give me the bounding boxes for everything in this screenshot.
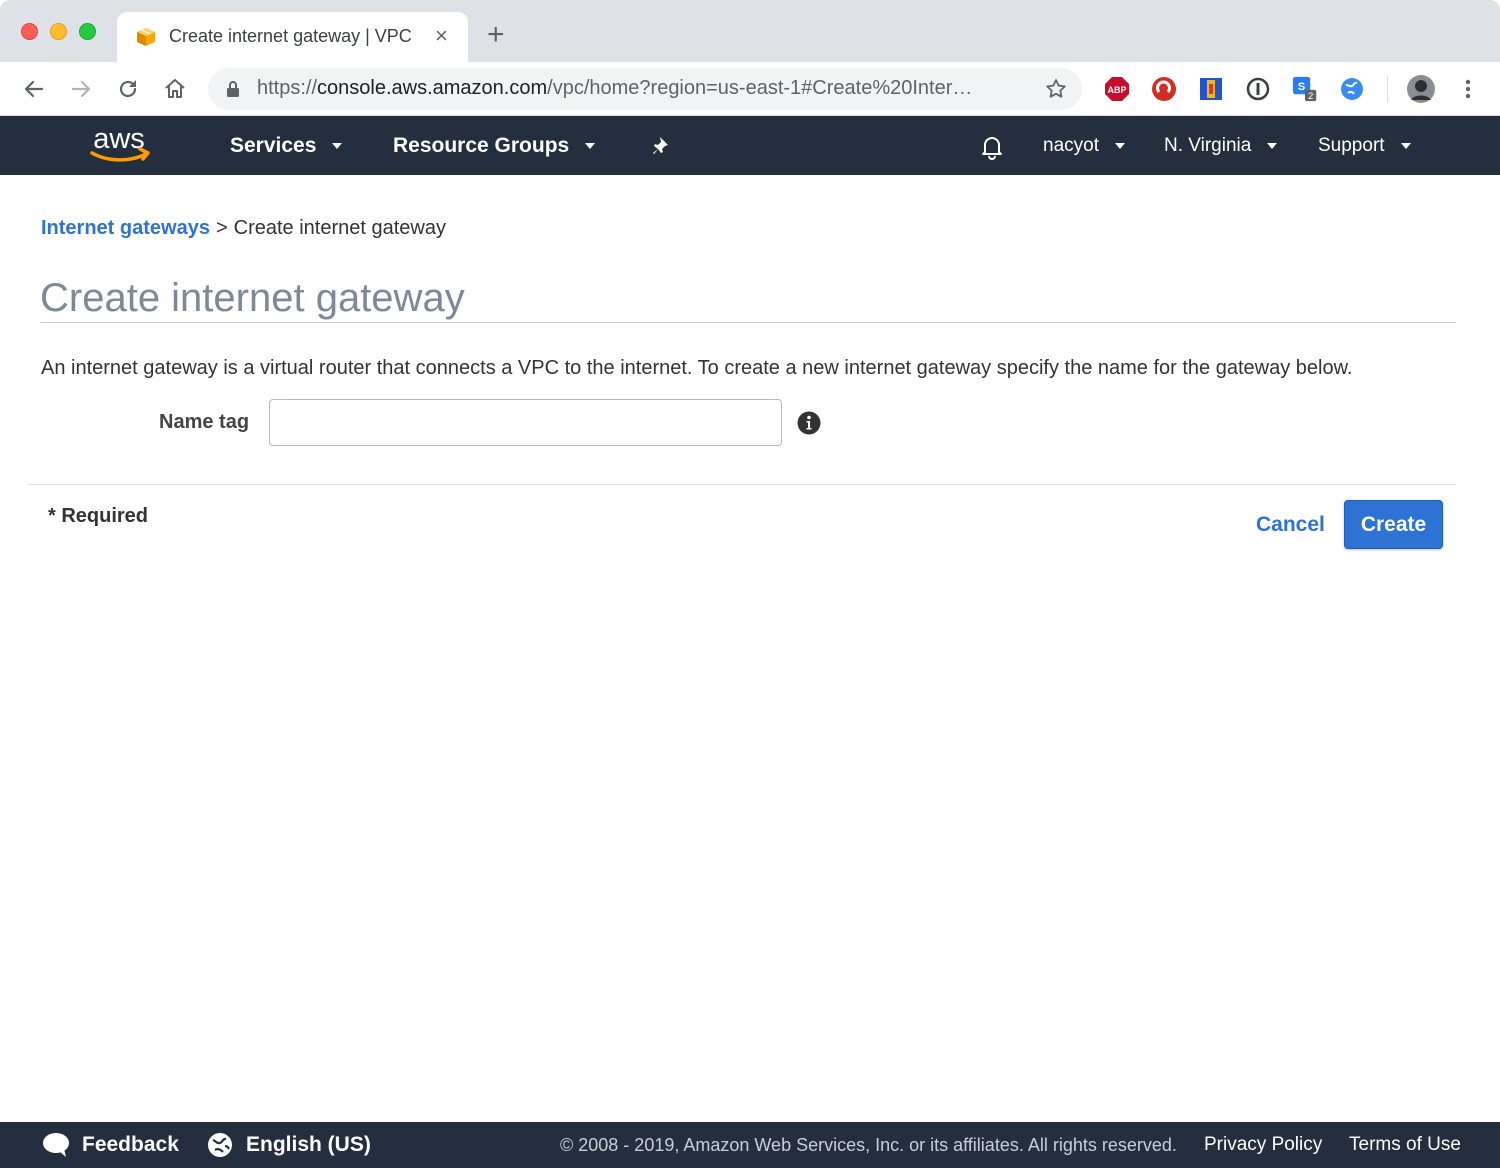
skype-icon[interactable]: S 2: [1292, 76, 1318, 102]
browser-menu-icon[interactable]: [1455, 76, 1481, 102]
abp-icon[interactable]: ABP: [1104, 76, 1130, 102]
lock-icon: [227, 81, 239, 97]
window-close-button[interactable]: [21, 23, 38, 40]
globe-extension-icon[interactable]: [1339, 76, 1365, 102]
section-divider: [27, 484, 1456, 485]
chevron-down-icon: [1267, 142, 1278, 149]
tab-close-icon[interactable]: ×: [435, 24, 448, 48]
tab-title: Create internet gateway | VPC: [169, 26, 412, 46]
pin-button[interactable]: [652, 116, 674, 175]
aws-logo[interactable]: aws: [88, 122, 154, 168]
required-note: * Required: [48, 505, 149, 527]
support-menu[interactable]: Support: [1318, 116, 1411, 175]
account-menu[interactable]: nacyot: [1043, 116, 1125, 175]
region-menu[interactable]: N. Virginia: [1164, 116, 1278, 175]
cancel-button[interactable]: Cancel: [1256, 513, 1325, 537]
page-description: An internet gateway is a virtual router …: [41, 357, 1353, 379]
title-divider: [40, 322, 1456, 323]
svg-text:aws: aws: [93, 123, 145, 155]
globe-icon: [208, 1133, 232, 1157]
new-tab-button[interactable]: +: [487, 20, 505, 50]
pin-icon: [653, 136, 668, 154]
reload-icon: [119, 80, 137, 98]
forward-button[interactable]: [66, 74, 96, 104]
window-minimize-button[interactable]: [50, 23, 67, 40]
feedback-button[interactable]: Feedback: [42, 1122, 179, 1168]
aws-top-nav: aws Services Resource Groups nacyot N. V…: [0, 116, 1500, 175]
bookmark-extension-icon[interactable]: [1198, 76, 1224, 102]
page-title: Create internet gateway: [40, 276, 465, 320]
address-bar[interactable]: https://console.aws.amazon.com/vpc/home?…: [208, 68, 1082, 110]
home-button[interactable]: [160, 74, 190, 104]
services-menu[interactable]: Services: [230, 116, 343, 175]
resource-groups-menu[interactable]: Resource Groups: [393, 116, 596, 175]
create-button[interactable]: Create: [1344, 500, 1443, 549]
onepassword-icon[interactable]: [1245, 76, 1271, 102]
chevron-down-icon: [1114, 142, 1125, 149]
home-icon: [165, 79, 185, 98]
info-icon[interactable]: [797, 411, 821, 435]
notifications-button[interactable]: [978, 116, 1006, 175]
bell-icon: [982, 136, 1002, 160]
arrow-right-icon: [71, 80, 91, 98]
breadcrumb-link-internet-gateways[interactable]: Internet gateways: [41, 217, 210, 239]
lastpass-icon[interactable]: [1151, 76, 1177, 102]
arrow-left-icon: [24, 80, 44, 98]
browser-tab-strip: Create internet gateway | VPC × +: [0, 0, 1500, 62]
bookmark-star-icon[interactable]: [1044, 77, 1068, 101]
speech-bubble-icon: [43, 1133, 69, 1157]
url-text: https://console.aws.amazon.com/vpc/home?…: [257, 77, 973, 99]
chevron-down-icon: [585, 142, 596, 149]
profile-avatar-icon[interactable]: [1406, 74, 1436, 104]
chevron-down-icon: [1400, 142, 1411, 149]
aws-cube-favicon-icon: [137, 28, 155, 46]
breadcrumb-current: Create internet gateway: [233, 217, 446, 239]
breadcrumb-separator: >: [215, 217, 228, 239]
terms-of-use-link[interactable]: Terms of Use: [1349, 1122, 1461, 1168]
svg-text:ABP: ABP: [1107, 85, 1126, 95]
browser-toolbar: https://console.aws.amazon.com/vpc/home?…: [0, 62, 1500, 116]
name-tag-input[interactable]: [269, 399, 782, 446]
privacy-policy-link[interactable]: Privacy Policy: [1204, 1122, 1322, 1168]
svg-text:S: S: [1298, 81, 1306, 93]
toolbar-separator: [1387, 76, 1388, 102]
chevron-down-icon: [332, 142, 343, 149]
name-tag-label: Name tag: [159, 411, 250, 433]
breadcrumb: Internet gateways > Create internet gatewa…: [41, 217, 446, 240]
window-zoom-button[interactable]: [79, 23, 96, 40]
svg-text:2: 2: [1308, 91, 1313, 102]
language-selector[interactable]: English (US): [207, 1122, 371, 1168]
copyright-text: © 2008 - 2019, Amazon Web Services, Inc.…: [560, 1134, 1177, 1155]
browser-tab-active[interactable]: Create internet gateway | VPC ×: [117, 12, 468, 62]
reload-button[interactable]: [113, 74, 143, 104]
back-button[interactable]: [19, 74, 49, 104]
console-footer: Feedback English (US) © 2008 - 2019, Ama…: [0, 1122, 1500, 1168]
